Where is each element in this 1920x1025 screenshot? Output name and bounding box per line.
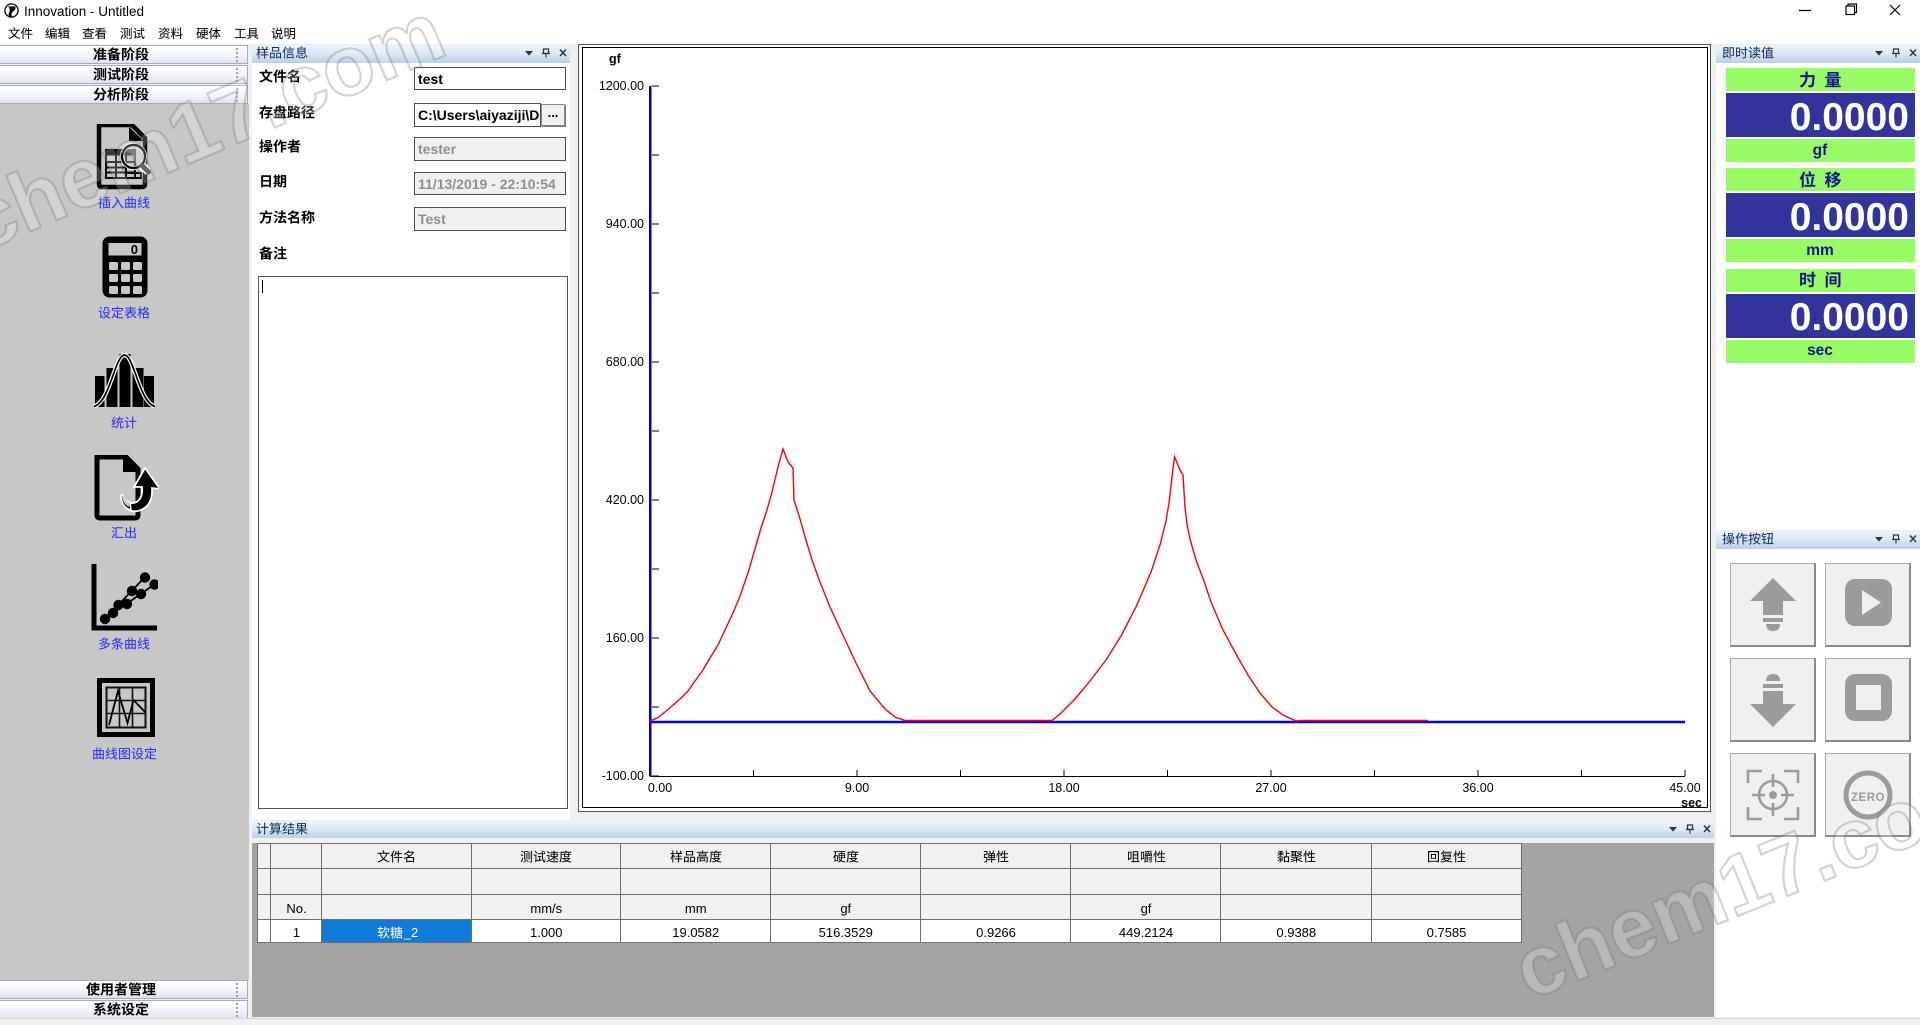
svg-text:ZERO: ZERO bbox=[1851, 792, 1885, 804]
